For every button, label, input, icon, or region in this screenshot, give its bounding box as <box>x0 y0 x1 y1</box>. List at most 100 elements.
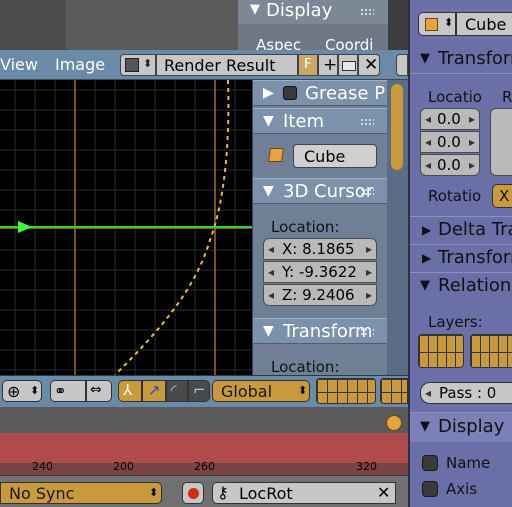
delta-header-label: Delta Tra <box>438 219 512 240</box>
fake-user-label: F <box>304 57 312 72</box>
layers-label: Layers: <box>428 313 483 331</box>
pivot-button[interactable]: ⊕ ⬍ <box>2 380 42 402</box>
rotation-col-label: R <box>502 88 512 106</box>
cursor-y-field[interactable]: ◂ Y: -9.3622 ▸ <box>263 261 377 283</box>
transform-header[interactable]: ▼ Transform <box>410 46 512 74</box>
view3d-header: ⊕ ⬍ ⚭ ⇔ ⅄ ↗ ◜ ⌐ Global ⬍ <box>0 375 408 407</box>
transform-locks-header[interactable]: ▶ Transform <box>410 244 512 272</box>
pin-button[interactable] <box>396 54 408 76</box>
right-arrow-icon[interactable]: ▸ <box>469 112 475 126</box>
timeline-scrubber[interactable] <box>0 433 408 463</box>
transform-locks-label: Transform <box>438 247 512 268</box>
translate-toggle[interactable]: ↗ <box>142 380 166 402</box>
rotation-mode-value: X <box>499 187 510 205</box>
right-arrow-icon[interactable]: ▸ <box>366 288 372 302</box>
loc-y-field[interactable]: ◂ 0.0 ▸ <box>420 131 480 153</box>
name-checkbox[interactable] <box>422 455 438 471</box>
axis-checkbox[interactable] <box>422 481 438 497</box>
relations-header[interactable]: ▼ Relations <box>410 272 512 300</box>
cursor-x-field[interactable]: ◂ X: 8.1865 ▸ <box>263 238 377 260</box>
menu-image[interactable]: Image <box>55 55 105 74</box>
image-name-text: Render Result <box>164 56 276 75</box>
rot-column-fields[interactable] <box>490 108 512 176</box>
right-arrow-icon[interactable]: ▸ <box>469 135 475 149</box>
expand-triangle-icon: ▼ <box>263 113 274 129</box>
loc-z-field[interactable]: ◂ 0.0 ▸ <box>420 154 480 176</box>
cursor-y-value: Y: -9.3622 <box>282 263 357 281</box>
panel-scrollbar-thumb[interactable] <box>391 84 403 170</box>
manipulator-toggle[interactable]: ⅄ <box>118 380 142 402</box>
cursor-panel-header[interactable]: ▼ 3D Cursor <box>253 178 388 204</box>
chevron-updown-icon: ⬍ <box>444 16 454 29</box>
layers-grid-1[interactable] <box>418 334 464 368</box>
key-icon: ⚷ <box>217 483 229 502</box>
left-arrow-icon[interactable]: ◂ <box>425 386 431 400</box>
sync-dropdown[interactable]: No Sync ⬍ <box>0 482 162 504</box>
scale-toggle[interactable]: ⌐ <box>188 380 210 402</box>
left-arrow-icon[interactable]: ◂ <box>425 135 431 149</box>
new-image-button[interactable]: + <box>318 54 338 76</box>
pivot-center-button[interactable]: ⚭ <box>50 380 86 402</box>
grease-pencil-panel-header[interactable]: ▶ Grease P <box>253 80 388 106</box>
loc-x-value: 0.0 <box>437 110 461 128</box>
outliner-content <box>66 0 238 50</box>
tick-label: 200 <box>113 460 134 473</box>
left-arrow-icon[interactable]: ◂ <box>268 265 274 279</box>
fake-user-button[interactable]: F <box>298 54 318 76</box>
checkbox-grease[interactable] <box>283 86 297 100</box>
left-arrow-icon[interactable]: ◂ <box>425 112 431 126</box>
rotation-mode-dropdown[interactable]: X <box>492 184 512 208</box>
cursor-z-field[interactable]: ◂ Z: 9.2406 ▸ <box>263 284 377 306</box>
image-browse-button[interactable]: ⬍ <box>120 54 156 76</box>
drag-grip-icon[interactable] <box>360 328 374 336</box>
timeline-area[interactable] <box>0 407 408 433</box>
delta-transform-header[interactable]: ▶ Delta Tra <box>410 216 512 244</box>
transform-panel-header[interactable]: ▼ Transform <box>253 318 388 344</box>
unlink-image-button[interactable]: ✕ <box>358 54 380 76</box>
chevron-updown-icon: ⬍ <box>143 57 153 70</box>
item-header-label: Item <box>283 111 324 132</box>
pass-index-field[interactable]: ◂ Pass : 0 <box>420 382 512 404</box>
rotate-arc-icon: ◜ <box>171 381 177 399</box>
layers-buttons-2[interactable] <box>380 378 408 404</box>
name-checkbox-label: Name <box>446 454 491 472</box>
left-arrow-icon[interactable]: ◂ <box>268 242 274 256</box>
right-arrow-icon[interactable]: ▸ <box>366 265 372 279</box>
menu-view[interactable]: View <box>0 55 38 74</box>
display-header[interactable]: ▼ Display <box>410 412 512 442</box>
open-image-button[interactable] <box>338 54 358 76</box>
loc-x-field[interactable]: ◂ 0.0 ▸ <box>420 108 480 130</box>
layers-grid-2[interactable] <box>470 334 512 368</box>
drag-grip-icon[interactable] <box>360 188 374 196</box>
pivot-icon: ⚭ <box>54 382 67 400</box>
left-arrow-icon[interactable]: ◂ <box>268 288 274 302</box>
right-arrow-icon[interactable]: ▸ <box>469 158 475 172</box>
object-name-text: Cube <box>465 15 507 34</box>
manipulator-axes-icon: ⅄ <box>123 381 133 399</box>
orientation-value: Global <box>221 382 273 401</box>
drag-grip-icon[interactable] <box>360 118 374 126</box>
rotate-toggle[interactable]: ◜ <box>166 380 188 402</box>
close-icon[interactable]: ✕ <box>377 483 390 502</box>
relations-header-label: Relations <box>438 275 512 296</box>
image-properties-panel: ▶ Grease P ▼ Item Cube ▼ 3D Cursor Locat… <box>252 80 388 376</box>
image-editor-header: View Image ⬍ Render Result F + ✕ <box>0 50 408 80</box>
item-name-field[interactable]: Cube <box>293 144 377 168</box>
item-panel-header[interactable]: ▼ Item <box>253 108 388 134</box>
right-arrow-icon[interactable]: ▸ <box>366 242 372 256</box>
manipulator-center-button[interactable]: ⇔ <box>86 380 112 402</box>
orientation-dropdown[interactable]: Global ⬍ <box>212 380 310 402</box>
loc-y-value: 0.0 <box>437 133 461 151</box>
layers-buttons[interactable] <box>316 378 376 404</box>
object-name-field[interactable]: Cube <box>456 12 512 36</box>
auto-keyframe-button[interactable] <box>182 482 204 504</box>
object-browse-button[interactable]: ⬍ <box>418 12 456 36</box>
keyframe-dot[interactable] <box>386 415 402 431</box>
image-name-field[interactable]: Render Result <box>156 54 298 76</box>
image-viewport[interactable] <box>0 80 252 375</box>
tick-label: 320 <box>356 460 377 473</box>
keying-set-field[interactable]: ⚷ LocRot ✕ <box>212 482 396 504</box>
top-display-header[interactable]: ▼ Display <box>238 0 388 24</box>
drag-grip-icon[interactable] <box>360 8 374 16</box>
left-arrow-icon[interactable]: ◂ <box>425 158 431 172</box>
